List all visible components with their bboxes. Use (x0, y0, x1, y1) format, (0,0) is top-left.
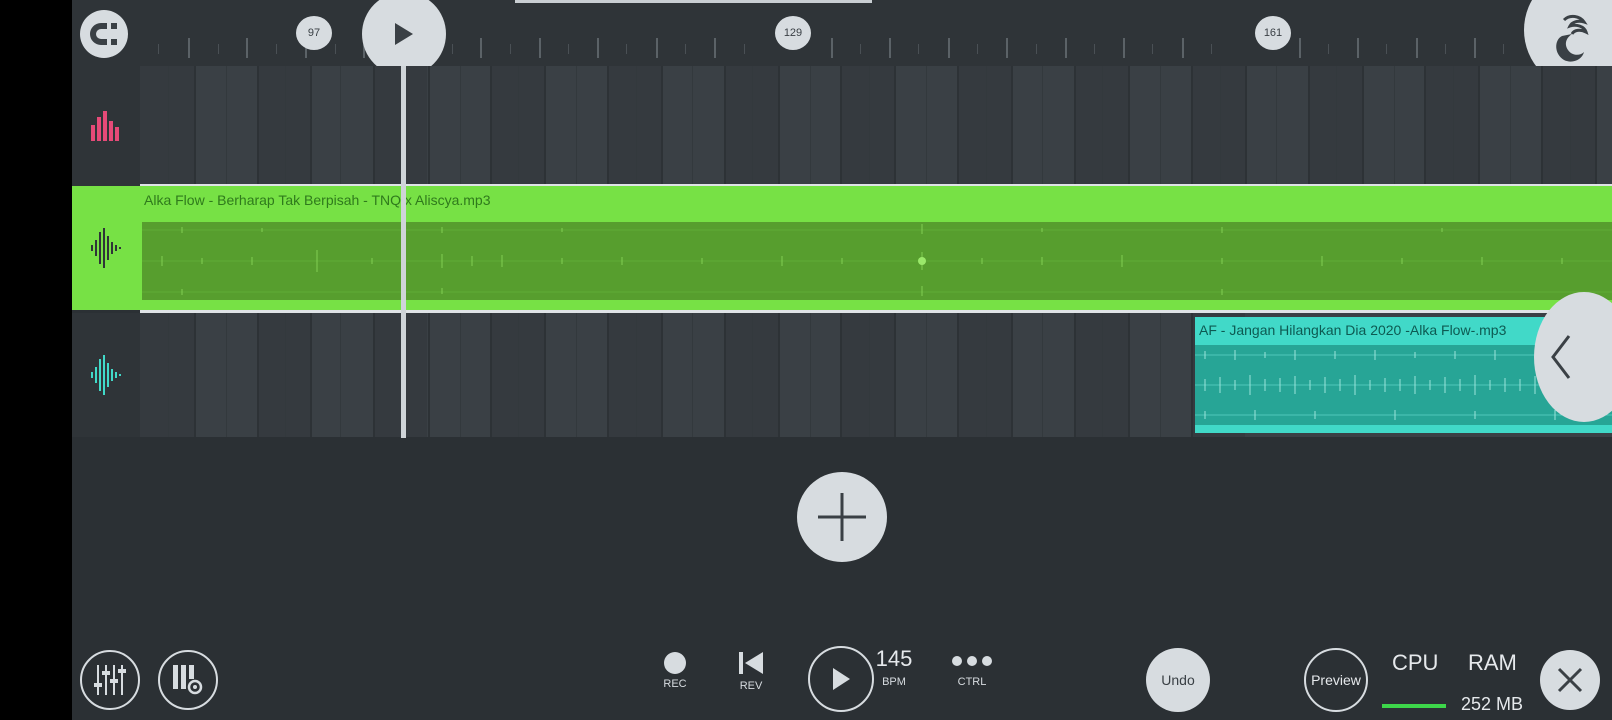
track-3-header[interactable] (72, 313, 140, 437)
cpu-meter-bar (1382, 704, 1446, 708)
audio-clip-1[interactable]: Alka Flow - Berharap Tak Berpisah - TNQ … (140, 186, 1612, 310)
tempo-control[interactable]: 145 BPM (872, 646, 916, 688)
track-1-header[interactable] (72, 66, 140, 186)
rewind-icon (739, 652, 763, 674)
bar-marker[interactable]: 161 (1255, 16, 1291, 50)
fl-fruit-logo-icon (1556, 14, 1589, 62)
rewind-button[interactable]: REV (726, 650, 776, 692)
more-dots-icon (952, 656, 992, 666)
track-2-header[interactable] (72, 186, 140, 310)
piano-settings-icon (173, 665, 203, 695)
ram-value: 252 MB (1461, 694, 1524, 714)
bar-marker[interactable]: 129 (775, 16, 811, 50)
clip-title: AF - Jangan Hilangkan Dia 2020 -Alka Flo… (1199, 322, 1507, 338)
chevron-left-icon (1551, 335, 1571, 379)
timeline-top-bar: 97 129 161 (72, 0, 1612, 90)
record-button[interactable]: REC (650, 652, 700, 690)
ram-label: RAM (1468, 650, 1517, 675)
play-icon (833, 668, 850, 690)
rewind-caption: REV (739, 680, 763, 692)
playhead-line[interactable] (401, 66, 406, 438)
ctrl-caption: CTRL (957, 676, 987, 688)
mixer-bars-icon (91, 111, 119, 141)
playlist-screen: 97 129 161 Alka Flow - Berharap Tak Berp… (72, 0, 1612, 720)
snap-magnet-icon (90, 23, 117, 45)
timeline-ruler[interactable]: 97 129 161 (140, 0, 1612, 66)
tempo-value: 145 (875, 646, 913, 671)
bar-marker[interactable]: 97 (296, 16, 332, 50)
transport-bar: REC REV 145 BPM CTRL Undo Preview CPU RA… (72, 640, 1612, 720)
clip-title: Alka Flow - Berharap Tak Berpisah - TNQ … (144, 192, 491, 208)
instrument-settings-button[interactable] (158, 650, 218, 710)
clip-waveform (142, 222, 1612, 300)
record-caption: REC (663, 678, 687, 690)
preview-button[interactable]: Preview (1304, 648, 1368, 712)
play-button[interactable] (808, 646, 874, 712)
plus-icon (818, 493, 866, 541)
undo-button[interactable]: Undo (1146, 648, 1210, 712)
ctrl-button[interactable]: CTRL (944, 654, 1000, 688)
cpu-label: CPU (1392, 650, 1439, 675)
tempo-caption: BPM (882, 676, 906, 688)
snap-button[interactable] (80, 10, 128, 58)
record-icon (664, 652, 686, 674)
play-icon (395, 23, 413, 45)
track-1-lane[interactable] (140, 66, 1612, 184)
audio-wave-icon (91, 355, 121, 395)
close-button[interactable] (1540, 650, 1600, 710)
mixer-sliders-icon (94, 665, 126, 695)
add-track-button[interactable] (797, 472, 887, 562)
mixer-button[interactable] (80, 650, 140, 710)
audio-wave-icon (91, 228, 121, 268)
close-icon (1557, 667, 1583, 693)
loop-region-bar[interactable] (515, 0, 872, 3)
